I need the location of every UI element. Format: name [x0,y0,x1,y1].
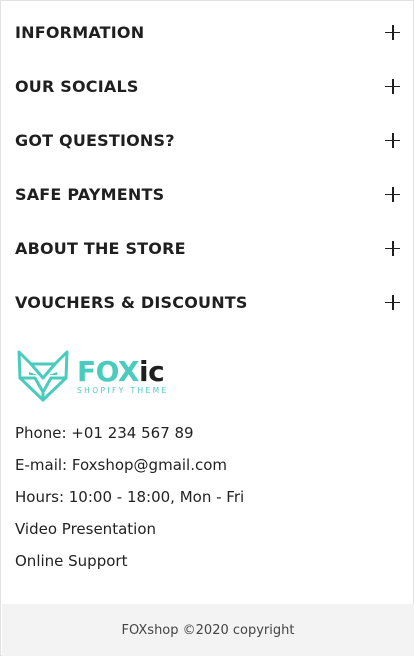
accordion-item-our-socials[interactable]: OUR SOCIALS [1,59,413,113]
contact-phone: Phone: +01 234 567 89 [15,424,194,442]
accordion-item-safe-payments[interactable]: SAFE PAYMENTS [1,167,413,221]
plus-icon[interactable] [385,186,400,202]
plus-icon[interactable] [385,24,400,40]
video-presentation-link[interactable]: Video Presentation [15,513,244,545]
logo-wordmark: FOXic [77,357,169,387]
contact-email: E-mail: Foxshop@gmail.com [15,456,228,474]
logo-word-fox: FOX [77,355,140,388]
plus-icon[interactable] [385,78,400,94]
footer-panel: INFORMATION OUR SOCIALS GOT QUESTIONS? S… [0,0,414,656]
accordion-item-information[interactable]: INFORMATION [1,5,413,59]
logo-text: FOXic SHOPIFY THEME [77,357,169,396]
brand-logo[interactable]: FOXic SHOPIFY THEME [15,347,187,405]
accordion-title: ABOUT THE STORE [15,238,186,258]
copyright-bar: FOXshop ©2020 copyright [2,604,414,656]
accordion-item-vouchers-discounts[interactable]: VOUCHERS & DISCOUNTS [1,275,413,329]
plus-icon[interactable] [385,294,400,310]
copyright-text: FOXshop ©2020 copyright [121,622,295,638]
contact-hours: Hours: 10:00 - 18:00, Mon - Fri [15,488,245,506]
accordion-title: OUR SOCIALS [15,76,139,96]
footer-accordion: INFORMATION OUR SOCIALS GOT QUESTIONS? S… [1,5,413,329]
plus-icon[interactable] [385,240,400,256]
plus-icon[interactable] [385,132,400,148]
accordion-item-about-the-store[interactable]: ABOUT THE STORE [1,221,413,275]
online-support-link[interactable]: Online Support [15,545,244,577]
accordion-title: INFORMATION [15,22,145,42]
accordion-title: VOUCHERS & DISCOUNTS [15,292,248,312]
fox-head-icon [17,350,69,402]
accordion-title: SAFE PAYMENTS [15,184,165,204]
logo-word-ic: ic [139,355,165,388]
contact-list: Phone: +01 234 567 89 E-mail: Foxshop@gm… [15,417,244,577]
logo-tagline: SHOPIFY THEME [77,386,169,395]
accordion-title: GOT QUESTIONS? [15,130,175,150]
accordion-item-got-questions[interactable]: GOT QUESTIONS? [1,113,413,167]
